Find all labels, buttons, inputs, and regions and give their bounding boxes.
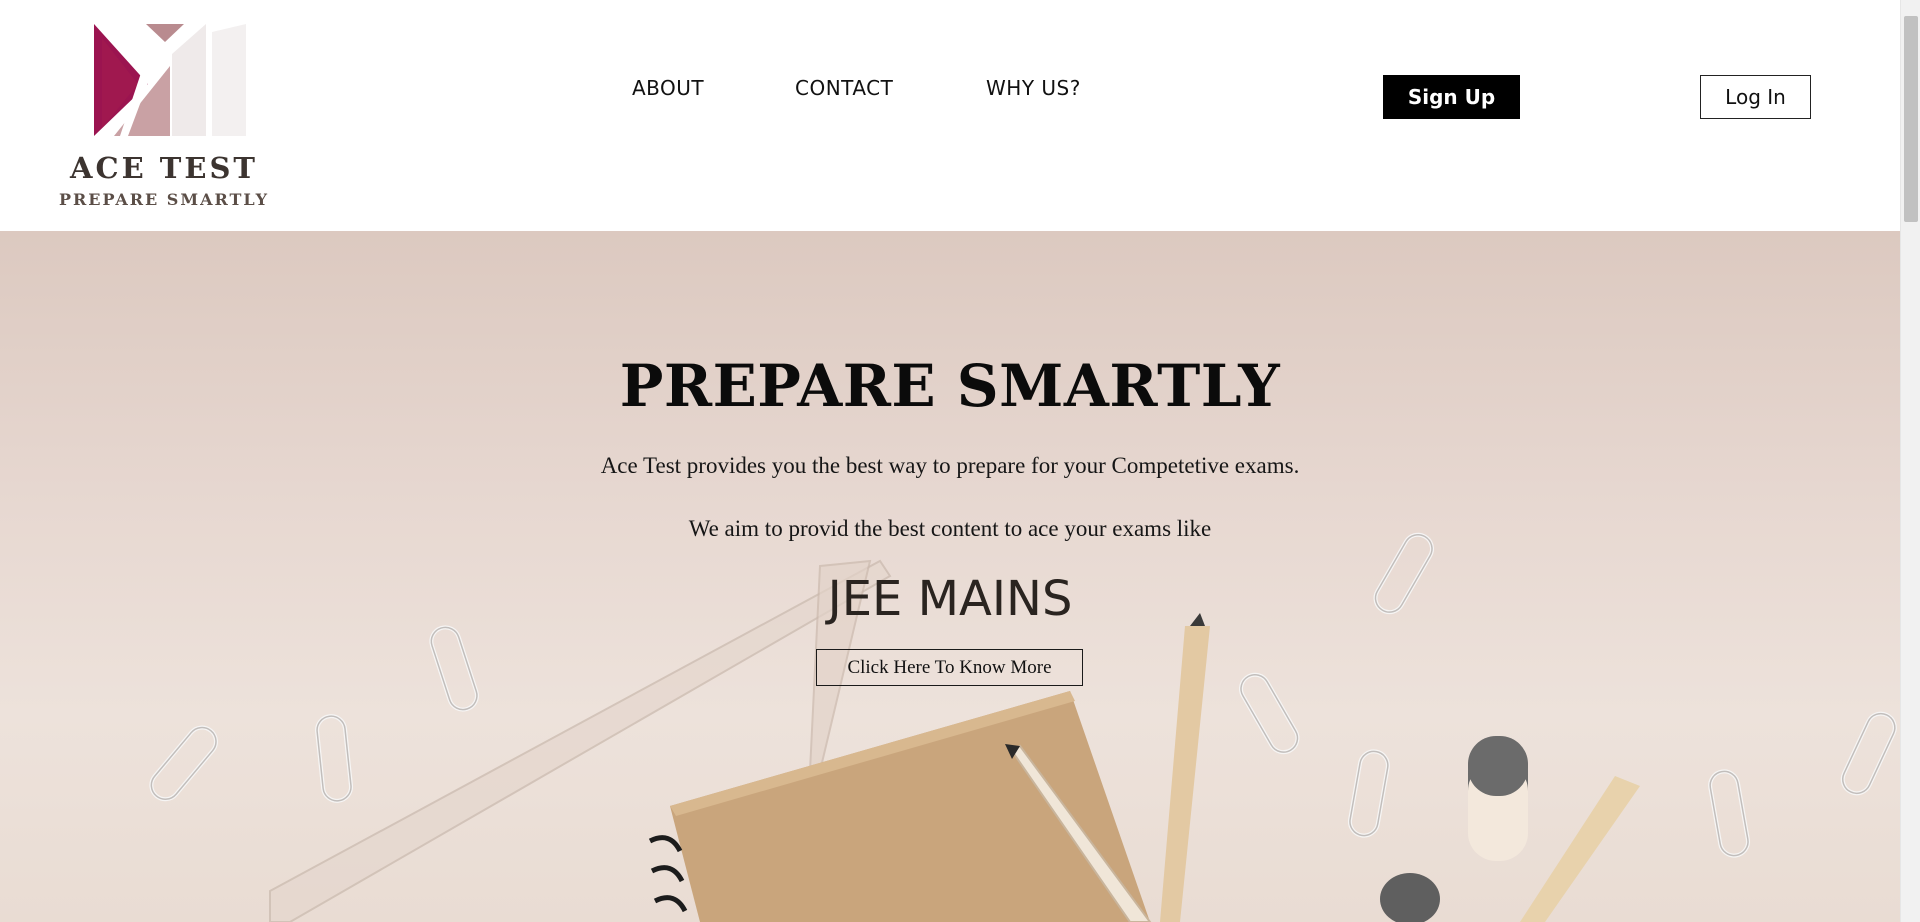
exam-name: JEE MAINS [827, 571, 1073, 627]
brand-logo[interactable]: ACE TEST PREPARE SMARTLY [56, 18, 272, 213]
nav-link-contact[interactable]: CONTACT [795, 76, 893, 100]
hero-title: PREPARE SMARTLY [619, 352, 1281, 420]
hero-description: Ace Test provides you the best way to pr… [600, 453, 1300, 478]
scrollbar-thumb[interactable] [1904, 16, 1918, 222]
site-header: ACE TEST PREPARE SMARTLY ABOUT CONTACT W… [0, 0, 1900, 231]
hero-subdescription: We aim to provid the best content to ace… [688, 516, 1212, 541]
logo-title: ACE TEST [70, 151, 258, 185]
log-in-button[interactable]: Log In [1700, 75, 1811, 119]
nav-link-why-us[interactable]: WHY US? [986, 76, 1081, 100]
hero-section: PREPARE SMARTLY Ace Test provides you th… [0, 231, 1900, 922]
logo-tagline: PREPARE SMARTLY [58, 190, 270, 209]
sign-up-button[interactable]: Sign Up [1383, 75, 1520, 119]
logo-mark-icon [94, 24, 246, 136]
know-more-button[interactable]: Click Here To Know More [816, 649, 1083, 686]
page-scrollbar[interactable] [1900, 0, 1920, 922]
nav-link-about[interactable]: ABOUT [632, 76, 704, 100]
